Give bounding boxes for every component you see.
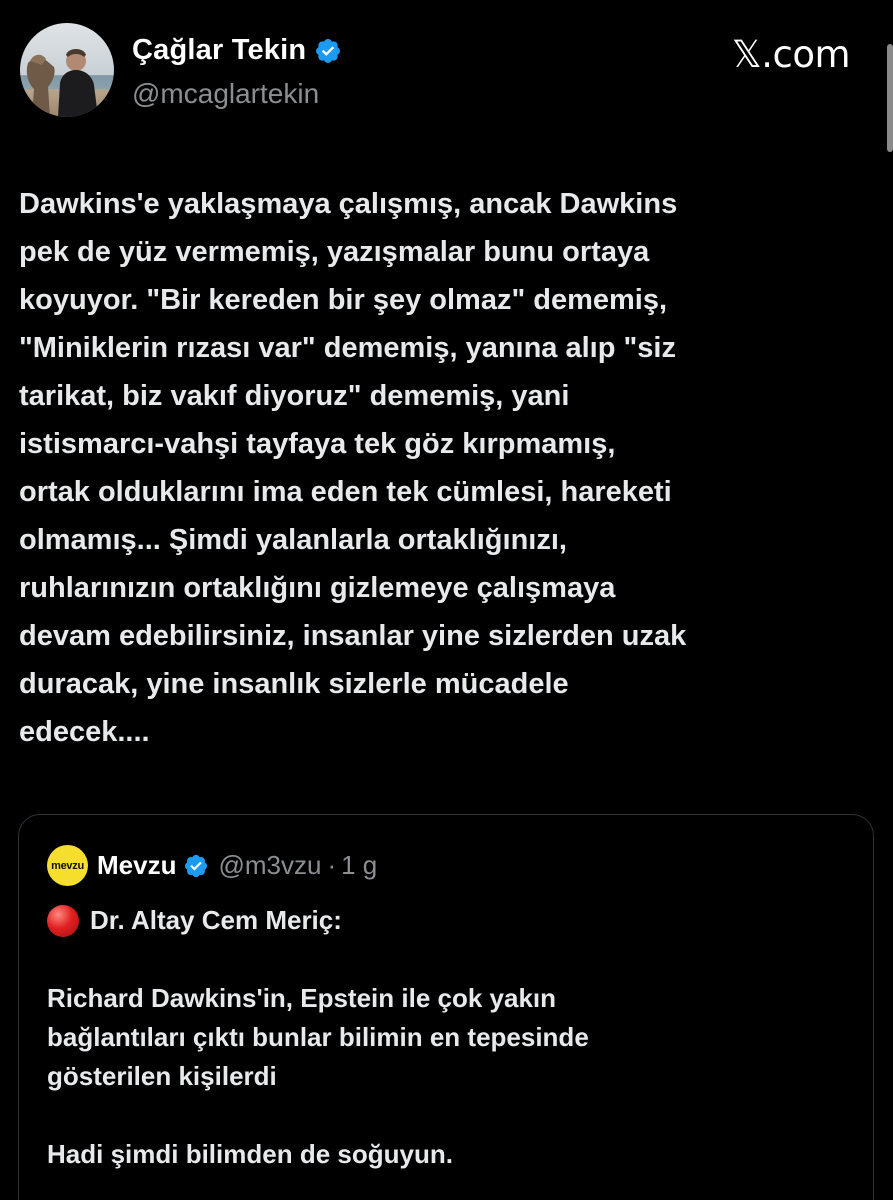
- author-avatar[interactable]: [20, 23, 114, 117]
- tweet-text: Dawkins'e yaklaşmaya çalışmış, ancak Daw…: [19, 180, 879, 756]
- quoted-paragraph-1: Richard Dawkins'in, Epstein ile çok yakı…: [47, 979, 857, 1096]
- tweet-text-line: koyuyor. "Bir kereden bir şey olmaz" dem…: [19, 284, 668, 316]
- quoted-first-line-text: Dr. Altay Cem Meriç:: [90, 905, 342, 935]
- author-display-name[interactable]: Çağlar Tekin: [132, 34, 306, 67]
- quoted-avatar-text: mevzu: [51, 859, 84, 872]
- quoted-paragraph-2: Hadi şimdi bilimden de soğuyun.: [47, 1135, 857, 1174]
- quoted-text-line: gösterilen kişilerdi: [47, 1061, 277, 1091]
- dot-separator: ·: [327, 850, 337, 880]
- tweet-text-line: duracak, yine insanlık sizlerle mücadele: [19, 668, 569, 700]
- tweet-text-line: ruhlarınızın ortaklığını gizlemeye çalış…: [19, 572, 616, 604]
- verified-badge-icon: [316, 38, 341, 63]
- quoted-author-name[interactable]: Mevzu: [97, 850, 176, 881]
- tweet-text-line: devam edebilirsiniz, insanlar yine sizle…: [19, 620, 687, 652]
- tweet-text-line: pek de yüz vermemiş, yazışmalar bunu ort…: [19, 236, 650, 268]
- quoted-author-handle[interactable]: @m3vzu: [218, 850, 321, 881]
- tweet-text-line: Dawkins'e yaklaşmaya çalışmış, ancak Daw…: [19, 188, 678, 220]
- quoted-author-avatar[interactable]: mevzu: [47, 845, 88, 886]
- scrollbar-thumb[interactable]: [887, 44, 893, 152]
- verified-badge-icon: [185, 854, 208, 877]
- quoted-first-line: Dr. Altay Cem Meriç:: [47, 901, 857, 940]
- quoted-timestamp[interactable]: 1 g: [341, 850, 377, 881]
- tweet-text-line: olmamış... Şimdi yalanlarla ortaklığınız…: [19, 524, 567, 556]
- quoted-text-line: bağlantıları çıktı bunlar bilimin en tep…: [47, 1022, 589, 1052]
- tweet-text-line: "Miniklerin rızası var" dememiş, yanına …: [19, 332, 676, 364]
- author-name-row: Çağlar Tekin: [132, 34, 342, 67]
- red-circle-emoji-icon: [47, 904, 79, 937]
- quoted-tweet-text: Dr. Altay Cem Meriç: Richard Dawkins'in,…: [47, 901, 857, 1174]
- tweet-text-line: edecek....: [19, 716, 150, 748]
- quoted-tweet-header: mevzu Mevzu @m3vzu · 1 g: [47, 845, 377, 886]
- tweet-text-line: ortak olduklarını ima eden tek cümlesi, …: [19, 476, 672, 508]
- tweet-text-line: istismarcı-vahşi tayfaya tek göz kırpmam…: [19, 428, 616, 460]
- quoted-text-line: Richard Dawkins'in, Epstein ile çok yakı…: [47, 983, 557, 1013]
- tweet-text-line: tarikat, biz vakıf diyoruz" dememiş, yan…: [19, 380, 570, 412]
- x-com-logo-label: 𝕏.com: [731, 33, 851, 76]
- author-handle[interactable]: @mcaglartekin: [132, 78, 319, 110]
- quoted-text-line: Hadi şimdi bilimden de soğuyun.: [47, 1139, 453, 1169]
- quoted-tweet-card[interactable]: mevzu Mevzu @m3vzu · 1 g Dr. Altay Cem M…: [18, 814, 874, 1200]
- profile-photo-icon: [20, 23, 114, 117]
